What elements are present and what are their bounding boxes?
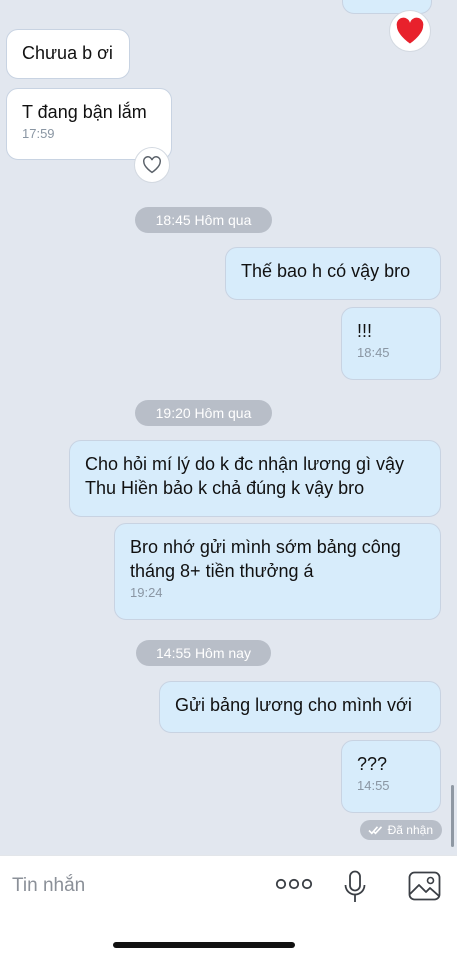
scrollbar[interactable] — [451, 785, 454, 847]
home-indicator — [113, 942, 295, 948]
message-text: Bro nhớ gửi mình sớm bảng công tháng 8+ … — [130, 537, 401, 581]
message-outgoing[interactable]: ??? 14:55 — [341, 740, 441, 813]
message-time: 14:55 — [357, 778, 390, 793]
date-separator: 19:20 Hôm qua — [135, 400, 272, 426]
heart-filled-icon[interactable] — [389, 10, 431, 52]
message-outgoing[interactable]: !!! 18:45 — [341, 307, 441, 380]
message-text: Chưua b ơi — [22, 43, 113, 63]
message-outgoing[interactable]: Bro nhớ gửi mình sớm bảng công tháng 8+ … — [114, 523, 441, 620]
message-composer: Tin nhắn — [0, 855, 457, 960]
message-text: Gửi bảng lương cho mình với — [175, 695, 412, 715]
status-badge: Đã nhận — [359, 820, 442, 840]
double-check-icon — [368, 826, 382, 835]
message-text: ??? — [357, 754, 388, 774]
date-separator: 18:45 Hôm qua — [135, 207, 272, 233]
date-separator: 14:55 Hôm nay — [136, 640, 271, 666]
chat-area[interactable]: Chưua b ơi T đang bận lắm 17:59 18:45 Hô… — [0, 0, 457, 855]
message-text: Thế bao h có vậy bro — [241, 261, 411, 281]
message-text: T đang bận lắm — [22, 102, 147, 122]
message-outgoing[interactable]: Gửi bảng lương cho mình với — [159, 681, 441, 733]
message-text: Cho hỏi mí lý do k đc nhận lương gì vậy … — [85, 454, 405, 498]
heart-outline-icon[interactable] — [134, 147, 170, 183]
message-time: 18:45 — [357, 345, 390, 360]
message-incoming[interactable]: Chưua b ơi — [6, 29, 130, 79]
message-outgoing[interactable]: Cho hỏi mí lý do k đc nhận lương gì vậy … — [69, 440, 441, 517]
message-text: !!! — [357, 321, 373, 341]
status-text: Đã nhận — [387, 823, 433, 837]
message-input[interactable]: Tin nhắn — [12, 875, 85, 897]
message-outgoing[interactable]: Thế bao h có vậy bro — [225, 247, 441, 300]
message-time: 17:59 — [22, 126, 55, 141]
image-icon[interactable] — [408, 871, 441, 906]
message-time: 19:24 — [130, 585, 163, 600]
more-dots-icon[interactable] — [275, 877, 313, 896]
microphone-icon[interactable] — [343, 870, 367, 909]
